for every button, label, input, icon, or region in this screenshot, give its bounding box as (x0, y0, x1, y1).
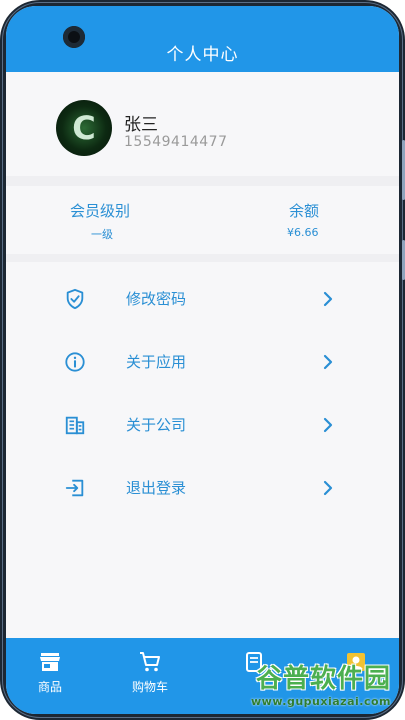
divider (6, 254, 399, 262)
username: 张三 (124, 115, 158, 135)
profile-section[interactable]: C 张三 15549414477 (6, 72, 399, 176)
watermark-url: www.gupuxiazai.com (251, 695, 391, 708)
logout-icon (65, 479, 84, 497)
chevron-right-icon (323, 354, 333, 370)
balance-label: 余额 (289, 202, 320, 220)
tab-cart[interactable]: 购物车 (110, 650, 190, 695)
building-icon (65, 416, 85, 435)
watermark: 谷普软件园 www.gupuxiazai.com (251, 658, 391, 708)
member-level-value: 一级 (91, 228, 113, 241)
menu-item-label: 退出登录 (126, 479, 187, 497)
avatar-letter: C (72, 109, 96, 147)
menu-item-logout[interactable]: 退出登录 (6, 463, 399, 513)
bottom-tab-bar: 商品 购物车 谷普软件园 www.gupuxiazai.com (6, 638, 399, 714)
screen: 个人中心 C 张三 15549414477 会员级别 一级 余额 ¥6.66 修… (6, 6, 399, 714)
phone-frame: 个人中心 C 张三 15549414477 会员级别 一级 余额 ¥6.66 修… (0, 0, 405, 720)
tab-label: 购物车 (131, 680, 168, 694)
chevron-right-icon (323, 291, 333, 307)
phone-number: 15549414477 (124, 134, 228, 150)
tab-store[interactable]: 商品 (10, 650, 90, 695)
menu-item-about-company[interactable]: 关于公司 (6, 400, 399, 450)
store-icon (40, 653, 60, 671)
shield-check-icon (66, 288, 84, 310)
menu-item-label: 修改密码 (126, 290, 187, 308)
menu-item-about-app[interactable]: 关于应用 (6, 337, 399, 387)
chevron-right-icon (323, 480, 333, 496)
front-camera (63, 26, 85, 48)
account-stats: 会员级别 一级 余额 ¥6.66 (6, 186, 399, 254)
balance-value: ¥6.66 (287, 226, 319, 239)
menu-item-change-password[interactable]: 修改密码 (6, 274, 399, 324)
cart-icon (140, 652, 160, 672)
watermark-brand: 谷普软件园 (255, 664, 391, 694)
avatar[interactable]: C (56, 100, 112, 156)
divider (6, 176, 399, 186)
info-icon (65, 352, 85, 372)
chevron-right-icon (323, 417, 333, 433)
member-level-label: 会员级别 (70, 202, 131, 220)
menu-item-label: 关于应用 (126, 353, 187, 371)
menu-item-label: 关于公司 (126, 416, 187, 434)
tab-label: 商品 (37, 680, 62, 694)
